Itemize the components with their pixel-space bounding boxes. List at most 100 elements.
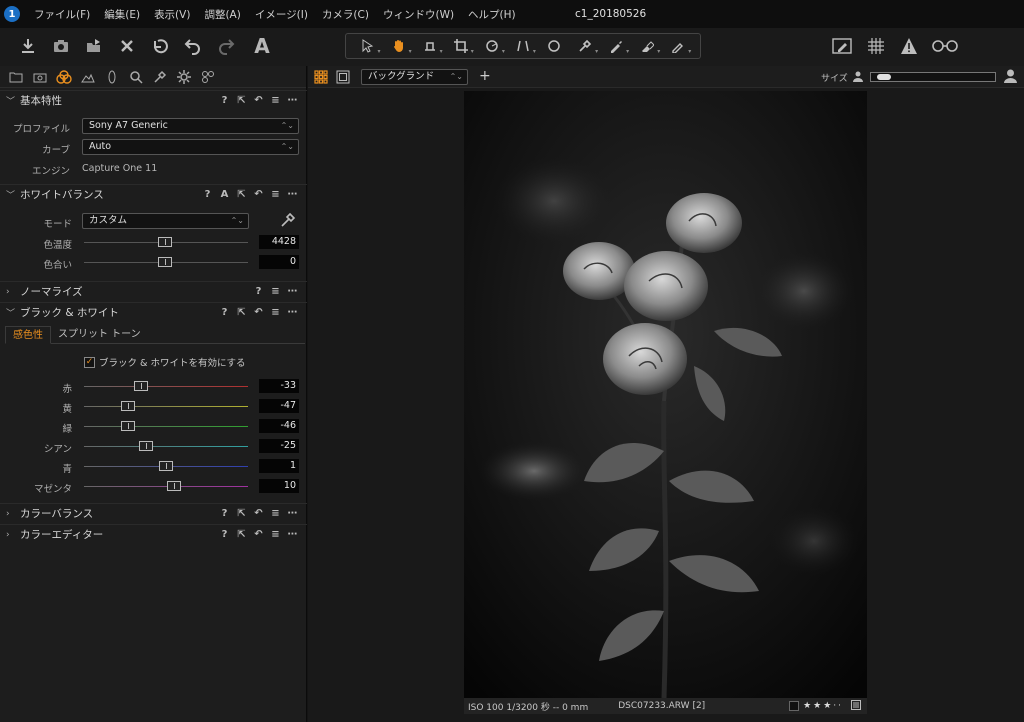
star-rating[interactable]: ★★★··: [803, 701, 843, 711]
wb-tint-slider-knob[interactable]: [158, 257, 172, 267]
reset-icon[interactable]: [148, 34, 172, 58]
export-icon[interactable]: [82, 34, 106, 58]
library-tab-icon[interactable]: [4, 67, 28, 87]
add-icon[interactable]: +: [479, 68, 491, 84]
white-balance-header[interactable]: ﹀ ホワイトバランス ? A ⇱ ↶ ≡ ⋯: [0, 184, 307, 204]
bw-slider-track[interactable]: [84, 486, 248, 487]
exposure-warning-icon[interactable]: [897, 34, 921, 58]
text-overlay-icon[interactable]: A: [250, 34, 274, 58]
details-tab-icon[interactable]: [124, 67, 148, 87]
bw-slider-knob[interactable]: [121, 421, 136, 431]
color-editor-header[interactable]: › カラーエディター ? ⇱ ↶ ≡ ⋯: [0, 524, 307, 544]
bw-slider-track[interactable]: [84, 446, 248, 447]
wb-mode-select[interactable]: カスタム ⌃⌄: [82, 213, 249, 229]
more-icon[interactable]: ⋯: [284, 95, 301, 106]
undo-icon[interactable]: [181, 34, 205, 58]
crop-icon[interactable]: ▾: [448, 36, 474, 56]
bw-slider-value[interactable]: -25: [259, 439, 299, 453]
wb-picker-icon[interactable]: [280, 212, 296, 231]
keystone-icon[interactable]: ▾: [510, 36, 536, 56]
reset-tool-icon[interactable]: ↶: [250, 307, 267, 318]
chevron-right-icon[interactable]: ›: [6, 287, 20, 297]
bw-slider-knob[interactable]: [139, 441, 154, 451]
color-balance-header[interactable]: › カラーバランス ? ⇱ ↶ ≡ ⋯: [0, 503, 307, 523]
lens-tab-icon[interactable]: [100, 67, 124, 87]
profile-select[interactable]: Sony A7 Generic ⌃⌄: [82, 118, 299, 134]
draw-mask-icon[interactable]: ▾: [603, 36, 629, 56]
grid-view-icon[interactable]: [314, 70, 328, 87]
copy-apply-icon[interactable]: ⇱: [233, 95, 250, 106]
copy-apply-icon[interactable]: ⇱: [233, 529, 250, 540]
bw-slider-track[interactable]: [84, 426, 248, 427]
help-icon[interactable]: ?: [216, 95, 233, 106]
chevron-down-icon[interactable]: ﹀: [6, 94, 20, 107]
basic-characteristics-header[interactable]: ﹀ 基本特性 ? ⇱ ↶ ≡ ⋯: [0, 90, 307, 110]
bw-enable-checkbox[interactable]: ✓ ブラック & ホワイトを有効にする: [84, 355, 246, 369]
tab-sensitivity[interactable]: 感色性: [5, 326, 51, 344]
annotate-icon[interactable]: ▾: [665, 36, 691, 56]
grid-icon[interactable]: [864, 34, 888, 58]
presets-icon[interactable]: ≡: [267, 508, 284, 519]
camera-capture-icon[interactable]: [49, 34, 73, 58]
normalize-header[interactable]: › ノーマライズ ? ≡ ⋯: [0, 281, 307, 301]
reset-tool-icon[interactable]: ↶: [250, 95, 267, 106]
metadata-tab-icon[interactable]: [196, 67, 220, 87]
bw-slider-knob[interactable]: [134, 381, 149, 391]
edit-mask-icon[interactable]: [830, 34, 854, 58]
menu-image[interactable]: イメージ(I): [255, 7, 308, 22]
exposure-tab-icon[interactable]: [76, 67, 100, 87]
menu-help[interactable]: ヘルプ(H): [468, 7, 516, 22]
pan-hand-icon[interactable]: ▾: [386, 36, 412, 56]
bw-slider-value[interactable]: -46: [259, 419, 299, 433]
checkbox-checked-icon[interactable]: ✓: [84, 356, 95, 368]
presets-icon[interactable]: ≡: [267, 286, 284, 297]
help-icon[interactable]: ?: [216, 508, 233, 519]
wb-tint-value[interactable]: 0: [259, 255, 299, 269]
color-tag-box[interactable]: [789, 701, 800, 711]
chevron-down-icon[interactable]: ﹀: [6, 306, 20, 319]
more-icon[interactable]: ⋯: [284, 307, 301, 318]
reset-tool-icon[interactable]: ↶: [250, 189, 267, 200]
wb-temp-value[interactable]: 4428: [259, 235, 299, 249]
spot-removal-icon[interactable]: [541, 36, 567, 56]
capture-tab-icon[interactable]: [28, 67, 52, 87]
bw-slider-track[interactable]: [84, 386, 248, 387]
bw-slider-track[interactable]: [84, 406, 248, 407]
curve-select[interactable]: Auto ⌃⌄: [82, 139, 299, 155]
more-icon[interactable]: ⋯: [284, 508, 301, 519]
presets-icon[interactable]: ≡: [267, 95, 284, 106]
bw-slider-knob[interactable]: [121, 401, 136, 411]
chevron-right-icon[interactable]: ›: [6, 530, 20, 540]
bw-slider-value[interactable]: -47: [259, 399, 299, 413]
menu-file[interactable]: ファイル(F): [34, 7, 90, 22]
reset-tool-icon[interactable]: ↶: [250, 508, 267, 519]
menu-view[interactable]: 表示(V): [154, 7, 190, 22]
help-icon[interactable]: ?: [216, 307, 233, 318]
local-adjust-tab-icon[interactable]: [148, 67, 172, 87]
import-icon[interactable]: [16, 34, 40, 58]
loupe-icon[interactable]: ▾: [417, 36, 443, 56]
app-logo-icon[interactable]: 1: [4, 6, 20, 22]
menu-camera[interactable]: カメラ(C): [322, 7, 369, 22]
bw-slider-knob[interactable]: [159, 461, 173, 471]
color-tab-icon[interactable]: [52, 67, 76, 87]
thumbnail-size-knob[interactable]: [877, 74, 891, 80]
single-view-icon[interactable]: [336, 70, 350, 87]
thumbnail-size-slider[interactable]: [870, 72, 996, 82]
help-icon[interactable]: ?: [199, 189, 216, 200]
presets-icon[interactable]: ≡: [267, 529, 284, 540]
more-icon[interactable]: ⋯: [284, 286, 301, 297]
erase-mask-icon[interactable]: ▾: [634, 36, 660, 56]
rotate-icon[interactable]: ▾: [479, 36, 505, 56]
presets-icon[interactable]: ≡: [267, 189, 284, 200]
photo-rose-bw[interactable]: [464, 91, 867, 698]
copy-apply-icon[interactable]: ⇱: [233, 307, 250, 318]
redo-icon[interactable]: [214, 34, 238, 58]
copy-apply-icon[interactable]: ⇱: [233, 189, 250, 200]
picker-icon[interactable]: ▾: [572, 36, 598, 56]
adjustments-tab-icon[interactable]: [172, 67, 196, 87]
black-white-header[interactable]: ﹀ ブラック & ホワイト ? ⇱ ↶ ≡ ⋯: [0, 302, 307, 322]
menu-window[interactable]: ウィンドウ(W): [383, 7, 454, 22]
tab-split-tone[interactable]: スプリット トーン: [51, 326, 148, 344]
copy-apply-icon[interactable]: ⇱: [233, 508, 250, 519]
